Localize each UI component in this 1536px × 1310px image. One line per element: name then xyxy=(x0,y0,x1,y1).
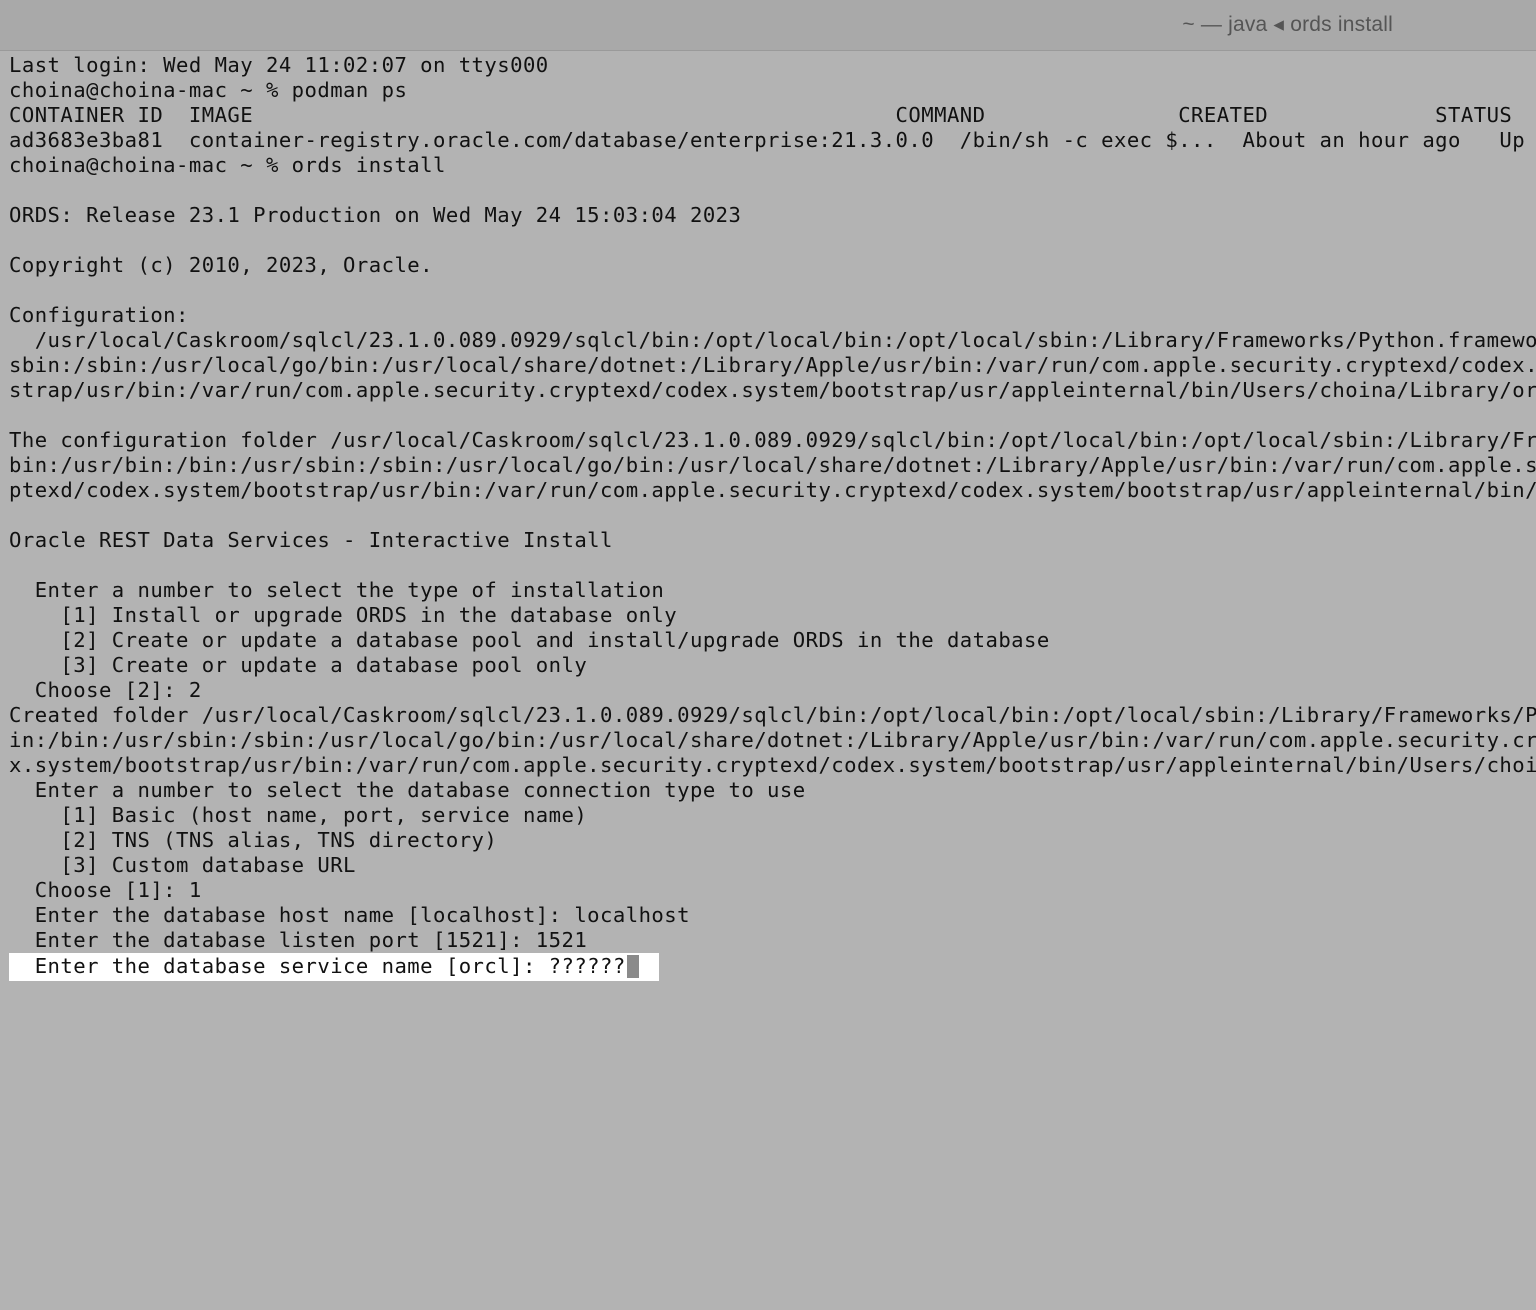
text-cursor xyxy=(626,954,639,978)
input-prompt-text: Enter the database service name [orcl]: … xyxy=(9,954,626,978)
terminal-line: [3] Create or update a database pool onl… xyxy=(9,653,588,677)
terminal-line: Choose [1]: 1 xyxy=(9,878,202,902)
terminal-line: Enter the database host name [localhost]… xyxy=(9,903,690,927)
window-titlebar[interactable]: ~ — java ◂ ords install xyxy=(0,0,1536,51)
terminal-line: [1] Install or upgrade ORDS in the datab… xyxy=(9,603,678,627)
terminal-line: Configuration: xyxy=(9,303,189,327)
terminal-line: strap/usr/bin:/var/run/com.apple.securit… xyxy=(9,378,1536,402)
terminal-line: /usr/local/Caskroom/sqlcl/23.1.0.089.092… xyxy=(9,328,1536,352)
terminal-line: choina@choina-mac ~ % podman ps xyxy=(9,78,1536,103)
terminal-line-text: choina@choina-mac ~ % podman ps xyxy=(9,78,408,102)
terminal-line: x.system/bootstrap/usr/bin:/var/run/com.… xyxy=(9,753,1536,777)
terminal-line: choina@choina-mac ~ % ords install xyxy=(9,153,1536,178)
terminal-line: The configuration folder /usr/local/Cask… xyxy=(9,428,1536,452)
terminal-line: Created folder /usr/local/Caskroom/sqlcl… xyxy=(9,703,1536,727)
window-title: ~ — java ◂ ords install xyxy=(1182,13,1393,36)
terminal-line: Copyright (c) 2010, 2023, Oracle. xyxy=(9,253,433,277)
terminal-line: [2] Create or update a database pool and… xyxy=(9,628,1050,652)
terminal-line: ORDS: Release 23.1 Production on Wed May… xyxy=(9,203,742,227)
terminal-line: [2] TNS (TNS alias, TNS directory) xyxy=(9,828,498,852)
terminal-line: in:/bin:/usr/sbin:/sbin:/usr/local/go/bi… xyxy=(9,728,1536,752)
terminal-line: Enter a number to select the database co… xyxy=(9,778,806,802)
terminal-line: Enter the database listen port [1521]: 1… xyxy=(9,928,588,952)
terminal-line: CONTAINER ID IMAGE COMMAND CREATED STATU… xyxy=(9,103,1513,127)
terminal-output[interactable]: Last login: Wed May 24 11:02:07 on ttys0… xyxy=(9,53,1536,1303)
terminal-line: Oracle REST Data Services - Interactive … xyxy=(9,528,613,552)
terminal-line: Choose [2]: 2 xyxy=(9,678,202,702)
terminal-line: ptexd/codex.system/bootstrap/usr/bin:/va… xyxy=(9,478,1536,502)
terminal-line: bin:/usr/bin:/bin:/usr/sbin:/sbin:/usr/l… xyxy=(9,453,1536,477)
terminal-line: Last login: Wed May 24 11:02:07 on ttys0… xyxy=(9,53,549,77)
terminal-line: Enter a number to select the type of ins… xyxy=(9,578,665,602)
terminal-line: sbin:/sbin:/usr/local/go/bin:/usr/local/… xyxy=(9,353,1536,377)
terminal-line: [3] Custom database URL xyxy=(9,853,356,877)
terminal-line: [1] Basic (host name, port, service name… xyxy=(9,803,588,827)
terminal-line-text: choina@choina-mac ~ % ords install xyxy=(9,153,446,177)
terminal-line: ad3683e3ba81 container-registry.oracle.c… xyxy=(9,128,1536,152)
terminal-input-line[interactable]: Enter the database service name [orcl]: … xyxy=(9,953,659,981)
